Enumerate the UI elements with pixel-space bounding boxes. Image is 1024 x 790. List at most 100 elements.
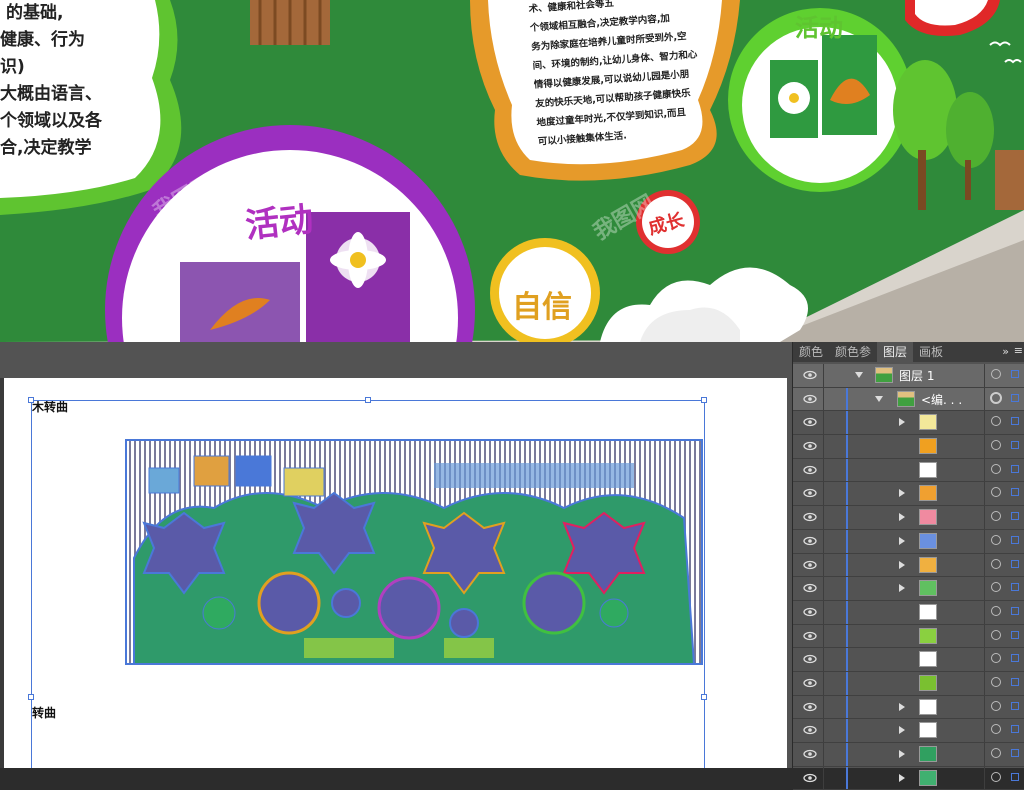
lock-column[interactable] <box>823 577 824 600</box>
layer-row[interactable] <box>793 600 1024 625</box>
target-circle-icon[interactable] <box>991 629 1001 640</box>
target-circle-icon[interactable] <box>991 653 1001 664</box>
tab-artboards[interactable]: 画板 <box>913 342 949 362</box>
lock-column[interactable] <box>823 553 824 577</box>
layer-row[interactable] <box>793 648 1024 672</box>
selection-handle[interactable] <box>701 694 707 700</box>
expand-triangle-icon[interactable] <box>899 489 905 498</box>
layer-row[interactable] <box>793 719 1024 743</box>
visibility-eye-icon[interactable] <box>803 607 817 617</box>
tab-layers[interactable]: 图层 <box>877 342 914 362</box>
visibility-eye-icon[interactable] <box>803 417 817 427</box>
selection-handle[interactable] <box>701 397 707 403</box>
layer-row[interactable] <box>793 624 1024 649</box>
selection-indicator-icon[interactable] <box>1011 370 1019 378</box>
visibility-eye-icon[interactable] <box>803 678 817 688</box>
expand-triangle-icon[interactable] <box>899 560 905 569</box>
tab-color-guide[interactable]: 颜色参 <box>829 342 877 362</box>
selection-indicator-icon[interactable] <box>1011 701 1019 710</box>
target-circle-icon[interactable] <box>991 582 1001 593</box>
selection-indicator-icon[interactable] <box>1011 464 1019 473</box>
lock-column[interactable] <box>823 624 824 648</box>
expand-triangle-icon[interactable] <box>899 773 905 782</box>
expand-triangle-icon[interactable] <box>899 513 905 522</box>
selection-indicator-icon[interactable] <box>1011 654 1019 663</box>
selection-indicator-icon[interactable] <box>1011 749 1019 757</box>
target-circle-icon[interactable] <box>990 391 1002 404</box>
selection-indicator-icon[interactable] <box>1011 417 1019 426</box>
target-circle-icon[interactable] <box>991 676 1001 687</box>
visibility-eye-icon[interactable] <box>803 370 817 380</box>
selection-indicator-icon[interactable] <box>1011 488 1019 497</box>
layer-name[interactable]: <编. . . <box>921 391 962 408</box>
artboard[interactable]: 木转曲 转曲 <box>0 378 787 768</box>
lock-column[interactable] <box>823 435 824 458</box>
expand-triangle-icon[interactable] <box>899 726 905 735</box>
target-circle-icon[interactable] <box>991 369 1001 379</box>
visibility-eye-icon[interactable] <box>803 465 817 475</box>
visibility-eye-icon[interactable] <box>803 773 817 783</box>
selection-indicator-icon[interactable] <box>1011 535 1019 544</box>
selection-indicator-icon[interactable] <box>1011 393 1019 402</box>
visibility-eye-icon[interactable] <box>803 631 817 641</box>
target-circle-icon[interactable] <box>991 771 1001 782</box>
layer-row[interactable] <box>793 529 1024 554</box>
lock-column[interactable] <box>823 482 824 506</box>
target-circle-icon[interactable] <box>991 440 1001 451</box>
collapse-triangle-icon[interactable] <box>875 395 883 402</box>
lock-column[interactable] <box>823 600 824 624</box>
visibility-eye-icon[interactable] <box>803 560 817 570</box>
visibility-eye-icon[interactable] <box>803 654 817 664</box>
layer-row[interactable] <box>793 482 1024 507</box>
lock-column[interactable] <box>823 387 824 411</box>
lock-column[interactable] <box>823 458 824 482</box>
layer-name[interactable]: 图层 1 <box>899 367 934 384</box>
layer-row[interactable] <box>793 766 1024 790</box>
target-circle-icon[interactable] <box>991 487 1001 498</box>
layer-row[interactable] <box>793 553 1024 578</box>
expand-triangle-icon[interactable] <box>899 418 905 427</box>
target-circle-icon[interactable] <box>991 534 1001 545</box>
visibility-eye-icon[interactable] <box>803 536 817 546</box>
lock-column[interactable] <box>823 648 824 671</box>
layer-row[interactable] <box>793 577 1024 601</box>
target-circle-icon[interactable] <box>991 724 1001 735</box>
selection-indicator-icon[interactable] <box>1011 772 1019 781</box>
panel-expand-icon[interactable]: » <box>1002 345 1009 358</box>
target-circle-icon[interactable] <box>991 558 1001 569</box>
layer-row[interactable] <box>793 671 1024 696</box>
panel-menu-icon[interactable]: ≡ <box>1014 344 1023 357</box>
visibility-eye-icon[interactable] <box>803 394 817 404</box>
lock-column[interactable] <box>823 529 824 553</box>
layer-row[interactable]: 图层 1 <box>793 364 1024 388</box>
selection-handle[interactable] <box>365 397 371 403</box>
selection-indicator-icon[interactable] <box>1011 725 1019 734</box>
layer-row[interactable] <box>793 435 1024 459</box>
lock-column[interactable] <box>823 411 824 435</box>
expand-triangle-icon[interactable] <box>899 536 905 545</box>
expand-triangle-icon[interactable] <box>899 750 905 758</box>
tab-color[interactable]: 颜色 <box>793 342 829 362</box>
lock-column[interactable] <box>823 695 824 719</box>
selection-handle[interactable] <box>28 397 34 403</box>
layer-row[interactable]: <编. . . <box>793 387 1024 412</box>
lock-column[interactable] <box>823 671 824 695</box>
visibility-eye-icon[interactable] <box>803 583 817 593</box>
selection-indicator-icon[interactable] <box>1011 559 1019 568</box>
selection-indicator-icon[interactable] <box>1011 441 1019 450</box>
target-circle-icon[interactable] <box>991 416 1001 427</box>
visibility-eye-icon[interactable] <box>803 512 817 522</box>
visibility-eye-icon[interactable] <box>803 488 817 498</box>
selection-indicator-icon[interactable] <box>1011 677 1019 686</box>
layer-row[interactable] <box>793 411 1024 436</box>
visibility-eye-icon[interactable] <box>803 725 817 735</box>
lock-column[interactable] <box>823 506 824 529</box>
expand-triangle-icon[interactable] <box>899 702 905 711</box>
lock-column[interactable] <box>823 719 824 742</box>
expand-triangle-icon[interactable] <box>899 584 905 593</box>
selection-indicator-icon[interactable] <box>1011 512 1019 521</box>
selection-indicator-icon[interactable] <box>1011 630 1019 639</box>
layer-row[interactable] <box>793 695 1024 720</box>
visibility-eye-icon[interactable] <box>803 702 817 712</box>
lock-column[interactable] <box>823 743 824 766</box>
